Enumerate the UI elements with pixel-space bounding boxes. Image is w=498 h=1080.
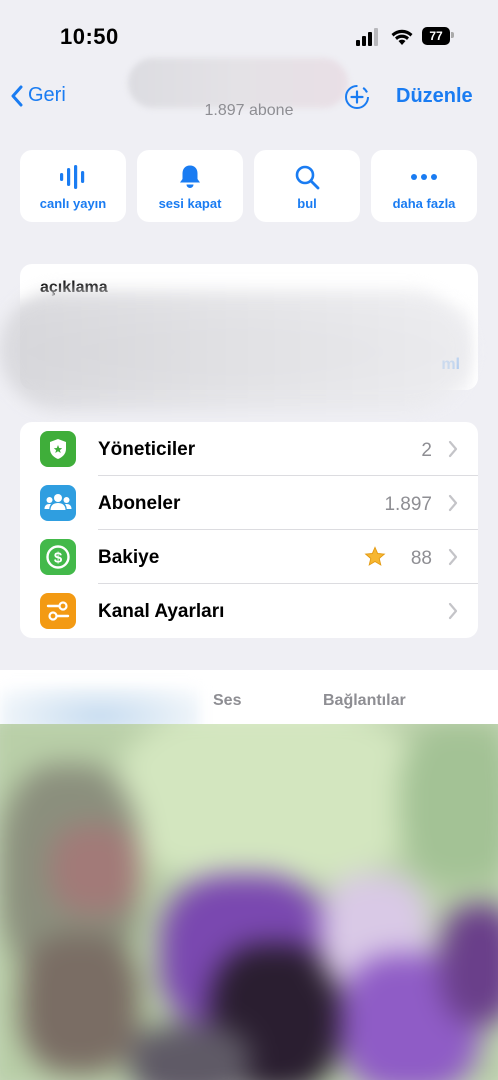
menu-label: Kanal Ayarları xyxy=(98,601,225,622)
menu-value: 2 xyxy=(421,440,432,461)
channel-menu-card: Yöneticiler 2 Aboneler 1.897 $ Bakiye 88… xyxy=(20,422,478,638)
menu-label: Bakiye xyxy=(98,547,160,568)
wifi-icon xyxy=(391,29,413,45)
status-icons: 77 xyxy=(356,26,456,48)
more-icon xyxy=(411,174,437,180)
menu-label: Yöneticiler xyxy=(98,439,196,460)
menu-item-balance[interactable]: $ Bakiye 88 xyxy=(20,530,478,584)
tab-audio[interactable]: Ses xyxy=(213,692,241,710)
live-stream-button[interactable]: canlı yayın xyxy=(20,150,126,222)
tab-links[interactable]: Bağlantılar xyxy=(323,692,406,710)
battery-tip xyxy=(451,32,454,38)
shield-star-icon xyxy=(50,439,66,459)
settings-sliders-icon xyxy=(46,601,70,621)
menu-icon-bg xyxy=(40,593,76,629)
chevron-right-icon xyxy=(448,440,458,458)
search-label: bul xyxy=(297,196,317,211)
menu-item-subscribers[interactable]: Aboneler 1.897 xyxy=(20,476,478,530)
menu-value: 1.897 xyxy=(384,494,432,515)
menu-icon-bg xyxy=(40,431,76,467)
media-grid-redacted[interactable] xyxy=(0,724,498,1080)
more-button[interactable]: daha fazla xyxy=(371,150,477,222)
add-circle-button[interactable] xyxy=(344,84,370,115)
cellular-signal-icon xyxy=(356,28,378,46)
search-button[interactable]: bul xyxy=(254,150,360,222)
edit-button[interactable]: Düzenle xyxy=(396,85,473,108)
battery-icon: 77 xyxy=(422,27,450,45)
menu-icon-bg xyxy=(40,485,76,521)
live-stream-label: canlı yayın xyxy=(39,196,107,211)
bell-icon xyxy=(180,165,200,188)
description-overlay-redacted xyxy=(0,290,470,410)
live-stream-icon xyxy=(60,165,85,189)
people-icon xyxy=(44,494,72,510)
menu-item-channel-settings[interactable]: Kanal Ayarları xyxy=(20,584,478,638)
search-icon xyxy=(295,165,320,190)
dollar-coin-icon: $ xyxy=(46,545,70,569)
media-grid-content xyxy=(0,724,498,1080)
menu-label: Aboneler xyxy=(98,493,181,514)
star-icon xyxy=(364,546,386,566)
mute-button[interactable]: sesi kapat xyxy=(137,150,243,222)
mute-label: sesi kapat xyxy=(158,196,222,211)
svg-text:$: $ xyxy=(54,550,63,567)
status-time: 10:50 xyxy=(60,24,119,49)
menu-icon-bg: $ xyxy=(40,539,76,575)
channel-title-redacted xyxy=(128,58,348,108)
chevron-right-icon xyxy=(448,548,458,566)
chevron-right-icon xyxy=(448,602,458,620)
more-label: daha fazla xyxy=(392,196,456,211)
chevron-right-icon xyxy=(448,494,458,512)
add-circle-icon xyxy=(345,85,369,109)
menu-value: 88 xyxy=(410,548,432,569)
menu-item-admins[interactable]: Yöneticiler 2 xyxy=(20,422,478,476)
